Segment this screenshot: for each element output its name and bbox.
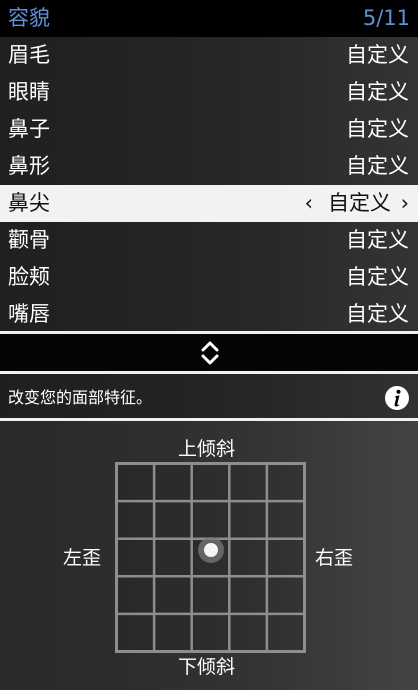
menu-item-label: 脸颊 [8,265,50,289]
chevron-left-icon[interactable]: ‹ [305,188,313,218]
menu-item-label: 鼻子 [8,117,50,141]
menu-item-label: 鼻尖 [8,191,50,215]
pad-label-top: 上倾斜 [178,438,236,460]
menu-item-label: 颧骨 [8,228,50,252]
chevron-right-icon[interactable]: › [401,188,409,218]
menu-item-value: 自定义 [346,265,409,289]
menu-item-label: 眼睛 [8,80,50,104]
pad-knob-handle[interactable] [197,536,225,564]
menu-item-cheekbones[interactable]: 颧骨 自定义 [0,222,418,259]
up-down-chevron-icon [201,341,219,365]
menu-item-cheeks[interactable]: 脸颊 自定义 [0,259,418,296]
description-divider [0,371,418,374]
menu-title: 容貌 [8,6,50,30]
menu-header: 容貌 5/11 [0,0,418,37]
menu-item-value: 自定义 [346,43,409,67]
pad-label-right: 右歪 [315,547,354,569]
info-icon [385,386,409,410]
pad-label-left: 左歪 [63,547,102,569]
menu-item-eyes[interactable]: 眼睛 自定义 [0,74,418,111]
scroll-indicator[interactable] [0,334,418,371]
menu-item-nose[interactable]: 鼻子 自定义 [0,111,418,148]
menu-item-label: 嘴唇 [8,302,50,326]
menu-item-lips[interactable]: 嘴唇 自定义 [0,296,418,333]
pad-label-bottom: 下倾斜 [178,656,236,678]
menu-item-value: 自定义 [328,191,391,215]
menu-item-eyebrows[interactable]: 眉毛 自定义 [0,37,418,74]
menu-item-label: 眉毛 [8,43,50,67]
menu-item-nose-shape[interactable]: 鼻形 自定义 [0,148,418,185]
menu-page-count: 5/11 [362,6,410,30]
menu-item-value: 自定义 [346,117,409,141]
menu-item-value: 自定义 [346,228,409,252]
feature-list: 眉毛 自定义 眼睛 自定义 鼻子 自定义 鼻形 自定义 鼻尖 ‹ 自定义 › 颧… [0,37,418,333]
menu-item-value: 自定义 [346,154,409,178]
menu-item-label: 鼻形 [8,154,50,178]
menu-item-value: 自定义 [346,80,409,104]
description-text: 改变您的面部特征。 [8,388,153,407]
menu-item-value: 自定义 [346,302,409,326]
menu-item-nose-tip[interactable]: 鼻尖 ‹ 自定义 › [0,185,418,222]
